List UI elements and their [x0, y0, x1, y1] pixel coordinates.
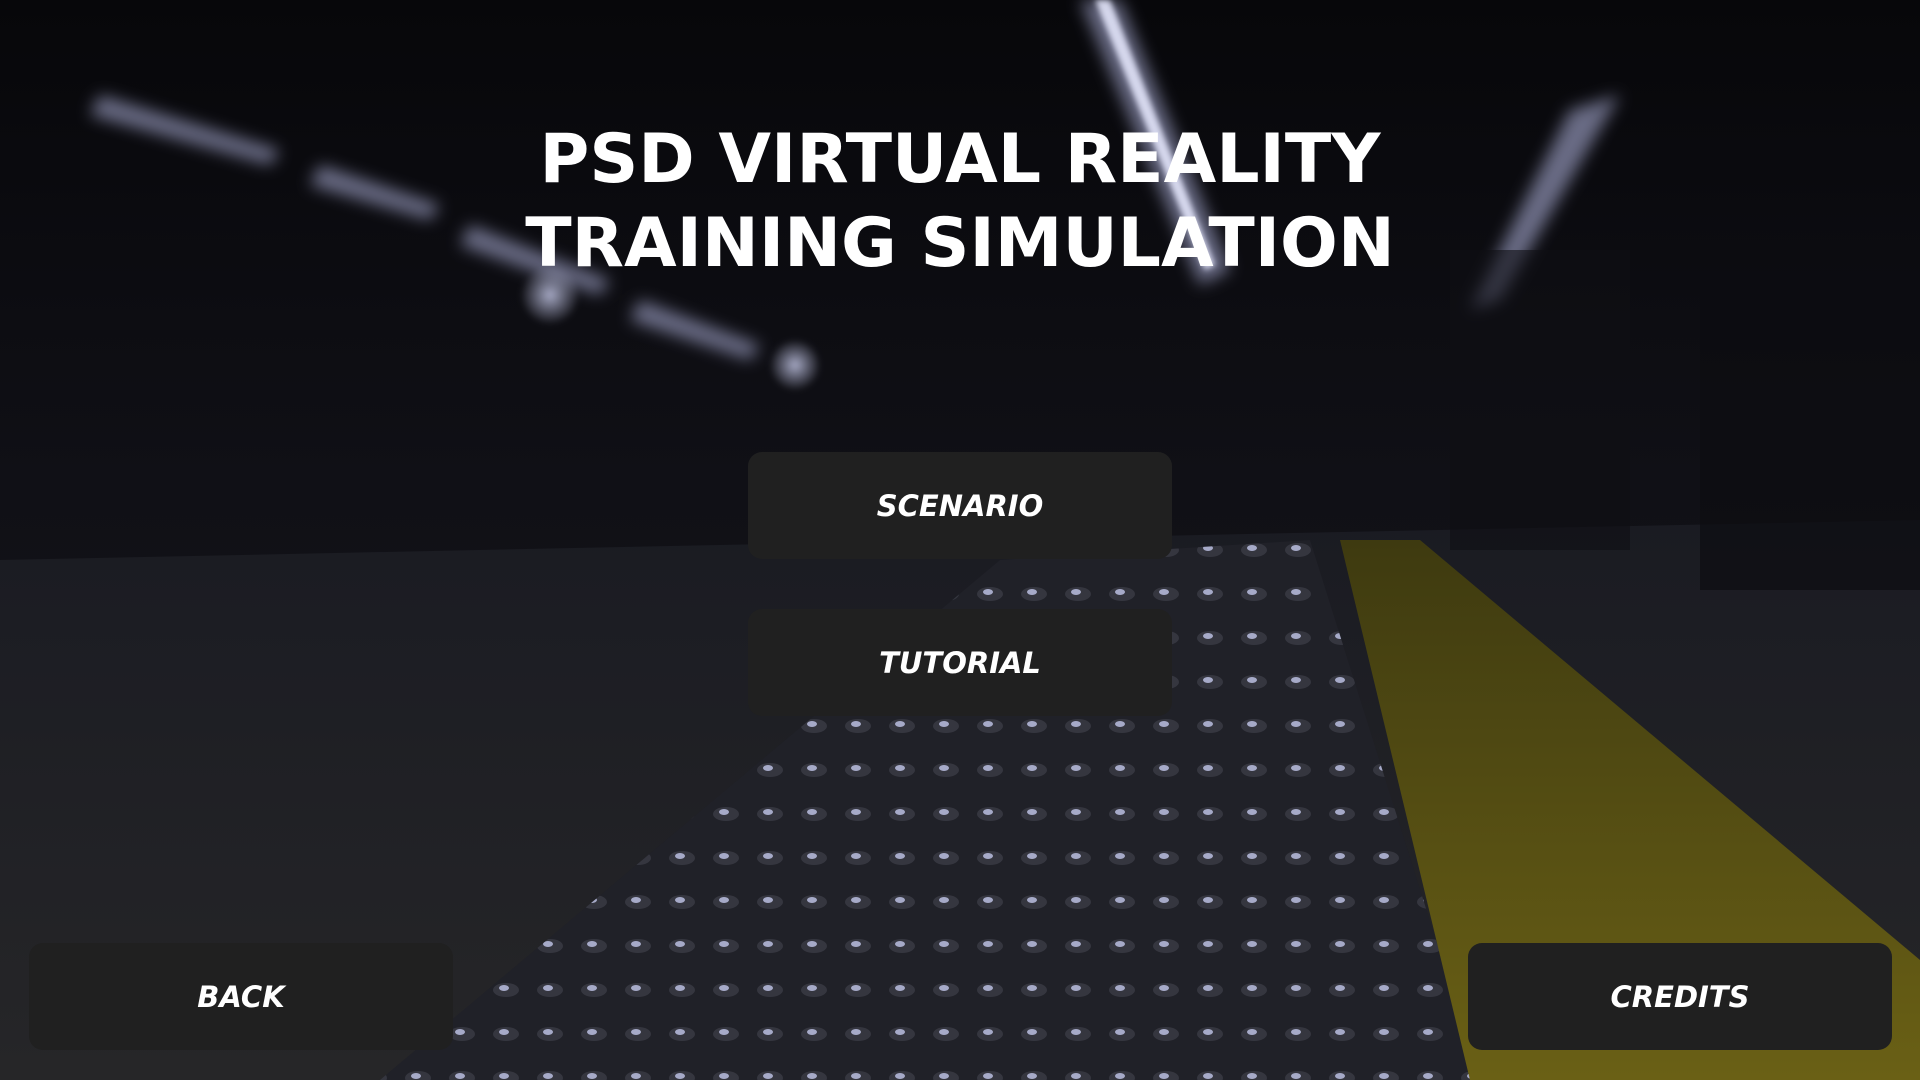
- back-button[interactable]: BACK: [29, 943, 453, 1050]
- back-button-label: BACK: [197, 979, 285, 1014]
- main-menu-screen: PSD VIRTUAL REALITY TRAINING SIMULATION …: [0, 0, 1920, 1080]
- title-line-1: PSD VIRTUAL REALITY: [539, 120, 1381, 199]
- tutorial-button-label: TUTORIAL: [879, 645, 1041, 680]
- credits-button[interactable]: CREDITS: [1468, 943, 1892, 1050]
- credits-button-label: CREDITS: [1610, 979, 1750, 1014]
- scenario-button-label: SCENARIO: [876, 488, 1044, 523]
- tutorial-button[interactable]: TUTORIAL: [748, 609, 1172, 716]
- game-title: PSD VIRTUAL REALITY TRAINING SIMULATION: [0, 118, 1920, 286]
- title-line-2: TRAINING SIMULATION: [525, 204, 1395, 283]
- scenario-button[interactable]: SCENARIO: [748, 452, 1172, 559]
